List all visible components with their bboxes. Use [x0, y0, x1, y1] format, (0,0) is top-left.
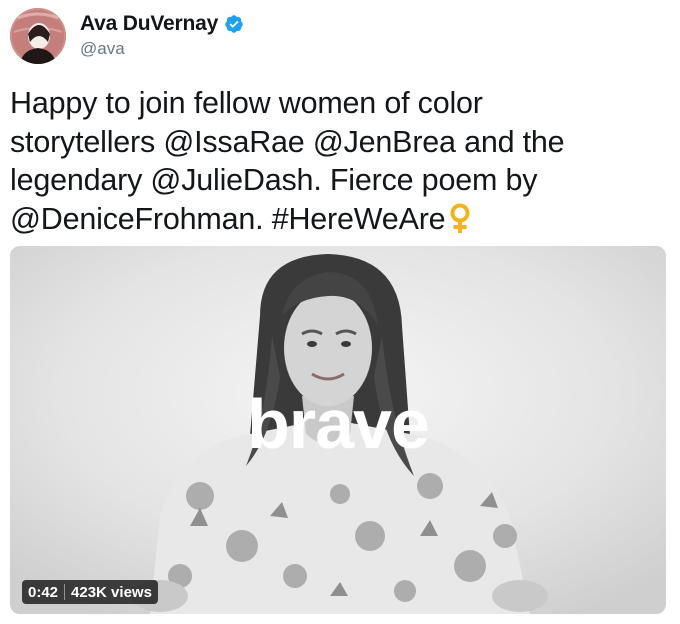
video-stats-badge: 0:42 423K views: [22, 580, 158, 604]
video-player[interactable]: brave 0:42 423K views: [10, 246, 666, 614]
author-handle[interactable]: @ava: [80, 39, 125, 59]
avatar-photo-icon: [10, 8, 66, 64]
video-overlay-text: brave: [247, 385, 430, 463]
tweet-text-line: @DeniceFrohman. #HereWeAre: [10, 200, 670, 245]
video-duration: 0:42: [28, 583, 59, 601]
tweet-text-line: legendary @JulieDash. Fierce poem by: [10, 163, 538, 197]
author-display-name[interactable]: Ava DuVernay: [80, 12, 218, 36]
tweet-text: Happy to join fellow women of color stor…: [10, 84, 670, 244]
tweet-text-line: Happy to join fellow women of color: [10, 86, 483, 120]
verified-badge-icon: [224, 14, 244, 34]
female-sign-emoji-icon: [449, 203, 471, 245]
tweet-text-line: storytellers @IssaRae @JenBrea and the: [10, 124, 565, 159]
tweet-card: Ava DuVernay @ava Happy to join fellow w…: [0, 0, 680, 624]
author-name-row: Ava DuVernay: [80, 12, 244, 36]
badge-divider: [64, 584, 66, 600]
author-avatar[interactable]: [10, 8, 66, 64]
video-view-count: 423K views: [71, 583, 152, 601]
tweet-text-line-content: @DeniceFrohman. #HereWeAre: [10, 201, 446, 236]
